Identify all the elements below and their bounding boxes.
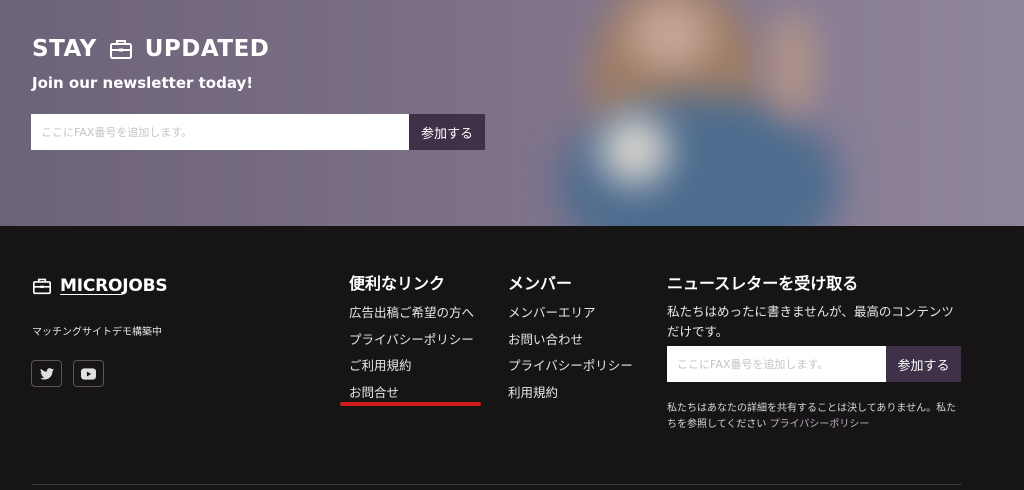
newsletter-description: 私たちはめったに書きませんが、最高のコンテンツだけです。	[667, 304, 954, 339]
privacy-policy-link[interactable]: プライバシーポリシー	[770, 419, 870, 430]
site-footer: MICROJOBS マッチングサイトデモ構築中 便利なリンク 広告出稿ご希望の方…	[0, 226, 1024, 490]
footer-fax-input[interactable]	[667, 346, 886, 382]
link-privacy-policy[interactable]: プライバシーポリシー	[349, 332, 474, 359]
member-links-list: メンバーエリア お問い合わせ プライバシーポリシー 利用規約	[508, 305, 633, 411]
logo-text-jobs: JOBS	[122, 276, 168, 296]
member-heading: メンバー	[508, 274, 573, 293]
hero-subtitle: Join our newsletter today!	[32, 74, 254, 92]
link-member-area[interactable]: メンバーエリア	[508, 305, 633, 332]
useful-links-list: 広告出稿ご希望の方へ プライバシーポリシー ご利用規約 お問合せ	[349, 305, 474, 411]
newsletter-column: ニュースレターを受け取る 私たちはめったに書きませんが、最高のコンテンツだけです…	[667, 270, 967, 430]
useful-links-column: 便利なリンク 広告出稿ご希望の方へ プライバシーポリシー ご利用規約 お問合せ	[349, 270, 474, 411]
link-inquiry[interactable]: お問い合わせ	[508, 332, 633, 359]
newsletter-hero: STAY UPDATED Join our newsletter today! …	[0, 0, 1024, 226]
background-photo-cup	[600, 115, 670, 185]
hero-fax-input[interactable]	[31, 114, 409, 150]
link-member-terms[interactable]: 利用規約	[508, 385, 633, 412]
youtube-icon	[81, 367, 96, 380]
logo-text: MICROJOBS	[60, 276, 168, 296]
briefcase-icon	[32, 277, 52, 295]
footer-submit-button[interactable]: 参加する	[886, 346, 961, 382]
hero-title: STAY UPDATED	[32, 34, 269, 64]
logo-text-micro: MICRO	[60, 276, 123, 296]
youtube-button[interactable]	[73, 360, 104, 387]
newsletter-heading: ニュースレターを受け取る	[667, 274, 859, 293]
privacy-note: 私たちはあなたの詳細を共有することは決してありません。私たちを参照してください …	[667, 401, 962, 433]
link-contact[interactable]: お問合せ	[349, 385, 474, 412]
link-terms[interactable]: ご利用規約	[349, 358, 474, 385]
background-photo-face	[630, 0, 710, 70]
hero-newsletter-form: 参加する	[31, 114, 485, 150]
useful-links-heading: 便利なリンク	[349, 274, 446, 293]
twitter-icon	[39, 367, 54, 380]
background-photo-hand	[770, 10, 815, 120]
briefcase-icon	[109, 38, 133, 60]
footer-newsletter-form: 参加する	[667, 346, 961, 382]
hero-title-left: STAY	[32, 36, 97, 62]
twitter-button[interactable]	[31, 360, 62, 387]
link-advertising[interactable]: 広告出稿ご希望の方へ	[349, 305, 474, 332]
contact-highlight-underline	[340, 402, 481, 406]
site-tagline: マッチングサイトデモ構築中	[32, 327, 162, 338]
site-logo[interactable]: MICROJOBS	[32, 276, 168, 296]
member-column: メンバー メンバーエリア お問い合わせ プライバシーポリシー 利用規約	[508, 270, 633, 411]
social-links	[31, 360, 104, 387]
link-member-privacy[interactable]: プライバシーポリシー	[508, 358, 633, 385]
hero-submit-button[interactable]: 参加する	[409, 114, 485, 150]
footer-divider	[32, 484, 962, 485]
hero-title-right: UPDATED	[144, 36, 270, 62]
